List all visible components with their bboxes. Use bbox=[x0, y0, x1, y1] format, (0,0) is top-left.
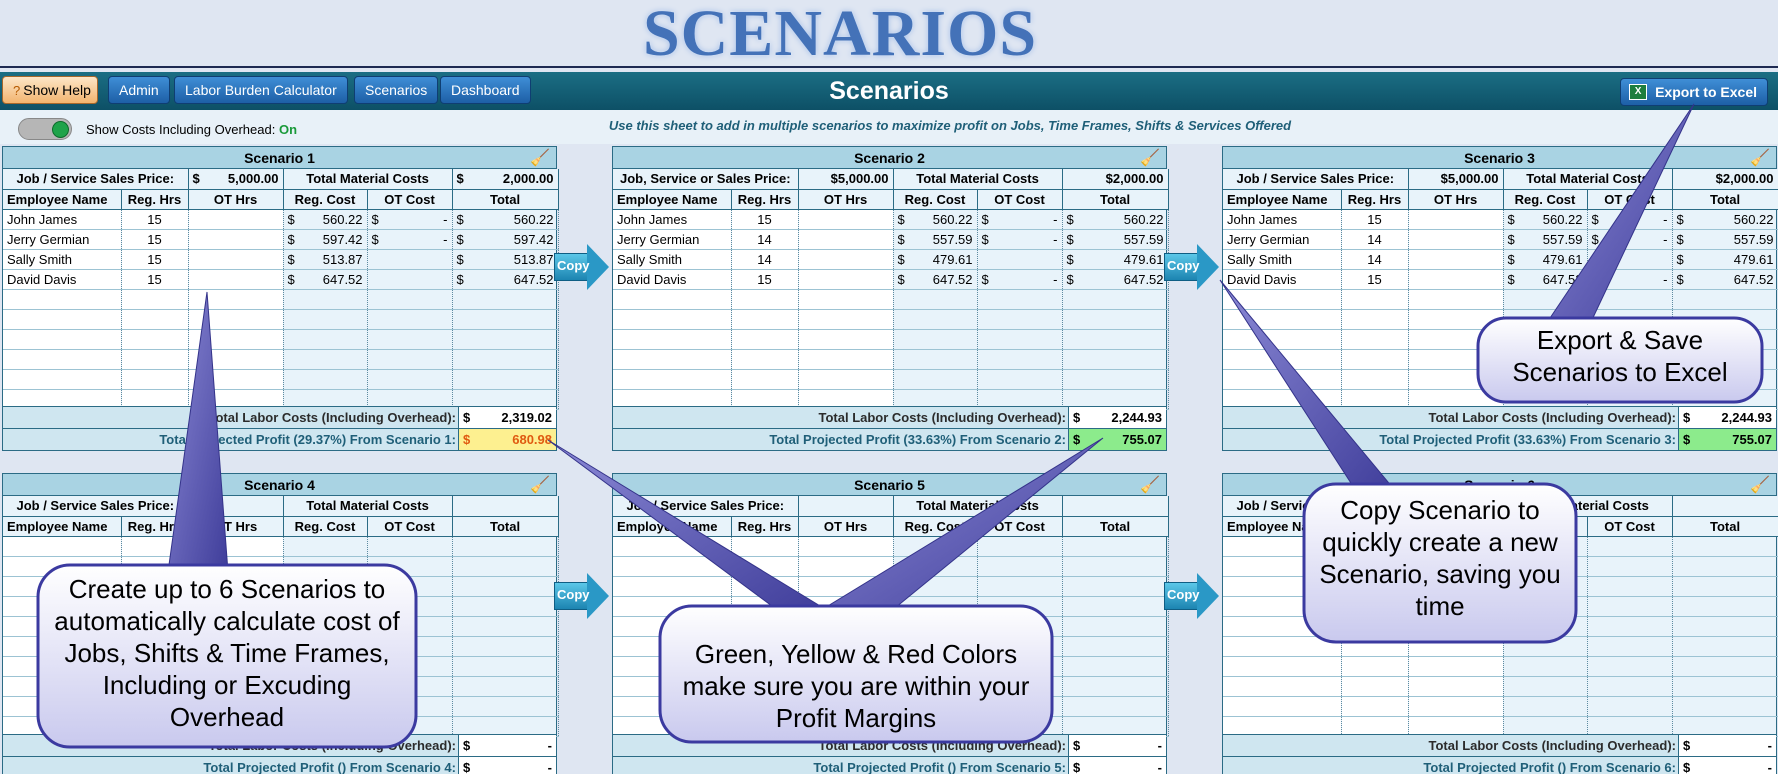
callout-colors-text: Green, Yellow & Red Colors make sure you… bbox=[682, 639, 1030, 733]
callout-create-text: Create up to 6 Scenarios to automaticall… bbox=[54, 574, 400, 732]
callout-copy-text: Copy Scenario to quickly create a new Sc… bbox=[1319, 495, 1561, 621]
callout-export-text: Export & Save Scenarios to Excel bbox=[1512, 325, 1728, 387]
